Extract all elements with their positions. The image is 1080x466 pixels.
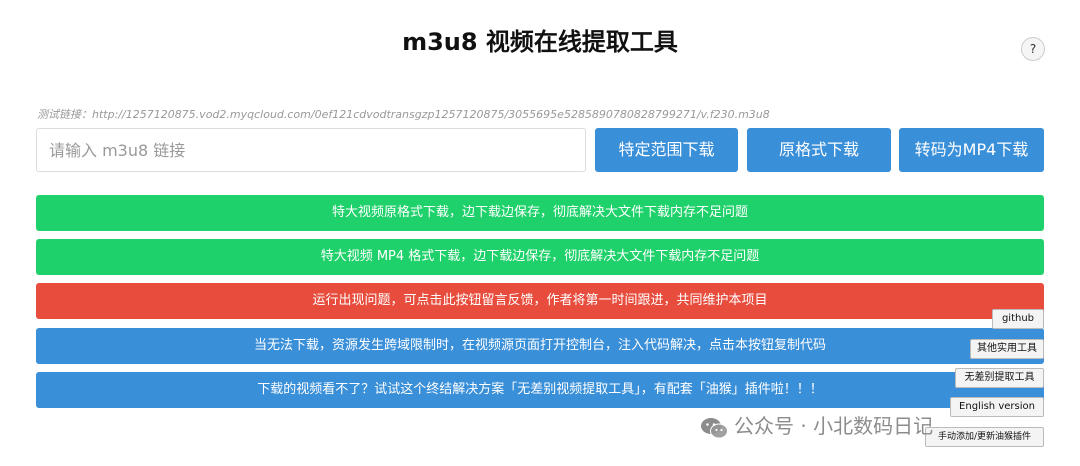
watermark-text: 公众号 · 小北数码日记	[734, 414, 934, 438]
no-diff-tool-promo-button[interactable]: 下载的视频看不了？试试这个终结解决方案「无差别视频提取工具」，有配套「油猴」插件…	[36, 372, 1044, 408]
english-version-button[interactable]: English version	[950, 397, 1044, 417]
convert-mp4-download-button[interactable]: 转码为MP4下载	[899, 128, 1044, 172]
watermark: 公众号 · 小北数码日记	[700, 410, 933, 439]
manual-add-userscript-button[interactable]: 手动添加/更新油猴插件	[925, 427, 1044, 447]
original-format-download-button[interactable]: 原格式下载	[747, 128, 891, 172]
wechat-icon	[700, 417, 728, 439]
feedback-button[interactable]: 运行出现问题，可点击此按钮留言反馈，作者将第一时间跟进，共同维护本项目	[36, 283, 1044, 319]
other-tools-button[interactable]: 其他实用工具	[970, 339, 1044, 359]
page: m3u8 视频在线提取工具 ? 测试链接：http://1257120875.v…	[0, 0, 1080, 466]
copy-inject-code-button[interactable]: 当无法下载，资源发生跨域限制时，在视频源页面打开控制台，注入代码解决，点击本按钮…	[36, 328, 1044, 364]
github-button[interactable]: github	[992, 309, 1044, 329]
no-diff-extract-tool-button[interactable]: 无差别提取工具	[955, 368, 1044, 388]
test-link-text: 测试链接：http://1257120875.vod2.myqcloud.com…	[37, 108, 770, 121]
large-video-mp4-stream-button[interactable]: 特大视频 MP4 格式下载，边下载边保存，彻底解决大文件下载内存不足问题	[36, 239, 1044, 275]
page-title: m3u8 视频在线提取工具	[402, 28, 678, 56]
help-button[interactable]: ?	[1021, 37, 1045, 61]
large-video-original-stream-button[interactable]: 特大视频原格式下载，边下载边保存，彻底解决大文件下载内存不足问题	[36, 195, 1044, 231]
range-download-button[interactable]: 特定范围下载	[595, 128, 738, 172]
m3u8-url-input[interactable]	[36, 128, 586, 172]
